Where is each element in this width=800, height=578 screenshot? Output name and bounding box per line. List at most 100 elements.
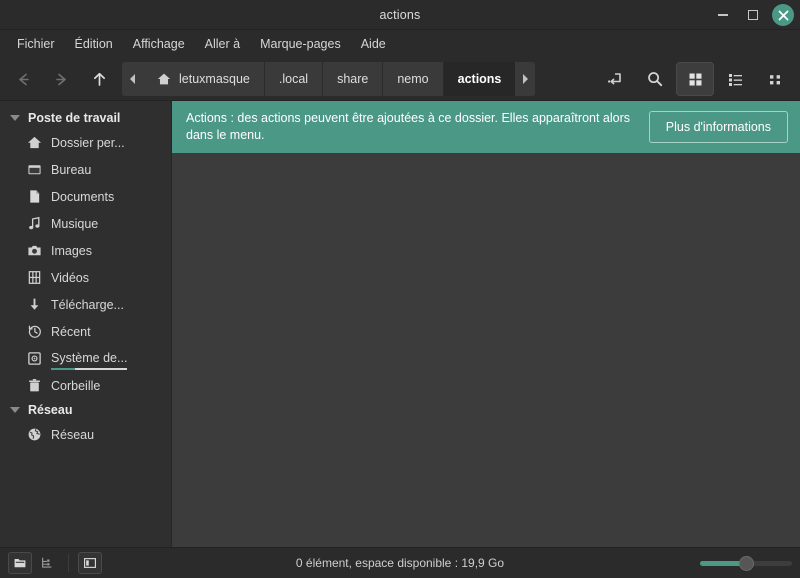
chevron-left-icon — [129, 74, 135, 84]
sidebar-item-label: Vidéos — [51, 270, 89, 285]
breadcrumb-crumb-nemo[interactable]: nemo — [382, 62, 443, 96]
forward-arrow-icon — [55, 73, 66, 85]
breadcrumb-label: nemo — [397, 72, 429, 86]
minimize-button[interactable] — [712, 4, 734, 26]
disk-icon — [26, 351, 42, 367]
up-arrow-icon — [93, 72, 105, 86]
trash-icon — [26, 378, 42, 394]
statusbar-view-buttons — [8, 552, 102, 574]
window-title: actions — [379, 7, 421, 22]
statusbar-zoom — [700, 553, 792, 573]
sidebar-group-label: Poste de travail — [28, 111, 121, 125]
maximize-icon — [748, 10, 758, 20]
list-view-icon — [728, 73, 742, 86]
sidebar-item-corbeille[interactable]: Corbeille — [0, 372, 171, 399]
window-controls — [712, 0, 794, 30]
breadcrumb-scroll-right-button[interactable] — [515, 62, 536, 96]
icon-view-button[interactable] — [676, 62, 714, 96]
menu-aller-a[interactable]: Aller à — [196, 33, 249, 55]
grid-view-icon — [689, 73, 701, 85]
status-text: 0 élément, espace disponible : 19,9 Go — [295, 556, 505, 570]
search-icon — [648, 72, 663, 87]
sidebar-item-label: Dossier per... — [51, 135, 125, 150]
sidebar-item-label: Images — [51, 243, 92, 258]
sidebar-item-text: Système de... — [51, 350, 128, 365]
disk-usage-meter — [51, 367, 128, 370]
sidebar-item-images[interactable]: Images — [0, 237, 171, 264]
clock-history-icon — [26, 324, 42, 340]
sidebar-group-label: Réseau — [28, 403, 73, 417]
breadcrumb-label: .local — [278, 72, 309, 86]
menu-marque-pages[interactable]: Marque-pages — [251, 33, 350, 55]
chevron-down-icon — [10, 407, 20, 413]
breadcrumb-crumb-letuxmasque[interactable]: letuxmasque — [142, 62, 264, 96]
sidebar-item-telechargements[interactable]: Télécharge... — [0, 291, 171, 318]
breadcrumb-crumb-share[interactable]: share — [322, 62, 383, 96]
search-button[interactable] — [636, 62, 674, 96]
sidebar-item-musique[interactable]: Musique — [0, 210, 171, 237]
breadcrumb-scroll-left-button[interactable] — [122, 62, 142, 96]
folder-icon — [14, 558, 26, 568]
zoom-slider-fill — [700, 560, 744, 566]
notice-text: Actions : des actions peuvent être ajout… — [186, 111, 631, 142]
zoom-slider[interactable] — [700, 553, 792, 573]
sidebar-item-dossier-personnel[interactable]: Dossier per... — [0, 129, 171, 156]
close-icon — [778, 10, 788, 20]
breadcrumb-crumb-local[interactable]: .local — [263, 62, 323, 96]
forward-button[interactable] — [42, 62, 80, 96]
show-treeview-button[interactable] — [35, 552, 59, 574]
sidebar-item-systeme-de-fichiers[interactable]: Système de... — [0, 345, 171, 372]
minimize-icon — [718, 14, 728, 16]
breadcrumb-label: letuxmasque — [179, 72, 250, 86]
sidebar-group-poste-de-travail[interactable]: Poste de travail — [0, 107, 171, 129]
statusbar: 0 élément, espace disponible : 19,9 Go — [0, 547, 800, 578]
breadcrumb-label: actions — [457, 72, 502, 86]
chevron-right-icon — [522, 74, 528, 84]
sidebar-item-label: Télécharge... — [51, 297, 124, 312]
sidebar-item-bureau[interactable]: Bureau — [0, 156, 171, 183]
sidebar-item-label: Documents — [51, 189, 115, 204]
sidebar-item-documents[interactable]: Documents — [0, 183, 171, 210]
menu-affichage[interactable]: Affichage — [124, 33, 194, 55]
sidebar-group-reseau[interactable]: Réseau — [0, 399, 171, 421]
breadcrumb-label: share — [337, 72, 369, 86]
maximize-button[interactable] — [742, 4, 764, 26]
show-places-button[interactable] — [8, 552, 32, 574]
compact-view-button[interactable] — [756, 62, 794, 96]
main-pane: Actions : des actions peuvent être ajout… — [172, 101, 800, 547]
sidebar-item-label: Système de... — [51, 350, 128, 370]
sidebar-item-label: Musique — [51, 216, 99, 231]
globe-icon — [26, 427, 42, 443]
back-button[interactable] — [4, 62, 42, 96]
close-button[interactable] — [772, 4, 794, 26]
sidebar-item-recent[interactable]: Récent — [0, 318, 171, 345]
actions-notice-banner: Actions : des actions peuvent être ajout… — [172, 101, 800, 153]
toggle-location-entry-button[interactable] — [596, 62, 634, 96]
tree-icon — [42, 557, 52, 568]
body-area: Poste de travail Dossier per... Bureau D… — [0, 100, 800, 547]
zoom-slider-handle[interactable] — [738, 555, 754, 571]
list-view-button[interactable] — [716, 62, 754, 96]
document-icon — [26, 189, 42, 205]
file-manager-window: actions Fichier Édition Affichage Aller … — [0, 0, 800, 578]
sidebar-item-label: Corbeille — [51, 378, 101, 393]
sidebar-toggle-icon — [84, 558, 96, 568]
menu-edition[interactable]: Édition — [66, 33, 122, 55]
breadcrumb: letuxmasque .local share nemo actions — [122, 62, 536, 96]
file-list-area[interactable] — [172, 152, 800, 547]
up-button[interactable] — [80, 62, 118, 96]
sidebar: Poste de travail Dossier per... Bureau D… — [0, 101, 172, 547]
titlebar: actions — [0, 0, 800, 30]
breadcrumb-crumb-actions[interactable]: actions — [442, 62, 516, 96]
music-note-icon — [26, 216, 42, 232]
sidebar-item-reseau[interactable]: Réseau — [0, 421, 171, 448]
toggle-sidebar-button[interactable] — [78, 552, 102, 574]
sidebar-item-videos[interactable]: Vidéos — [0, 264, 171, 291]
home-icon — [26, 135, 42, 151]
sidebar-item-label: Réseau — [51, 427, 95, 442]
toolbar: letuxmasque .local share nemo actions — [0, 58, 800, 100]
menu-fichier[interactable]: Fichier — [8, 33, 64, 55]
menu-aide[interactable]: Aide — [352, 33, 395, 55]
menubar: Fichier Édition Affichage Aller à Marque… — [0, 30, 800, 58]
more-information-button[interactable]: Plus d'informations — [648, 110, 788, 143]
